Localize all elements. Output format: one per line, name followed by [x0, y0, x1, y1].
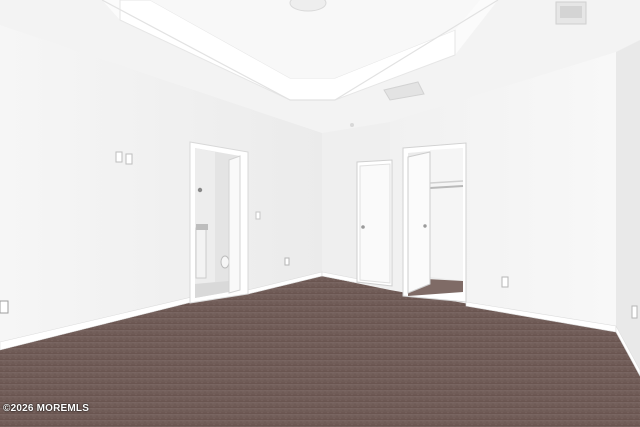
smoke-detector: [350, 123, 354, 127]
bedroom-photo: ©2026 MOREMLS: [0, 0, 640, 427]
light-switch: [125, 153, 133, 165]
wall-outlet: [631, 305, 638, 319]
ceiling-vent-right: [555, 1, 587, 25]
wall-outlet: [501, 276, 509, 288]
towel-hook: [197, 187, 203, 193]
closet-doorway: [402, 142, 467, 303]
closet-door: [407, 151, 431, 294]
bathroom-door: [228, 155, 241, 294]
bedroom-illustration: [0, 0, 640, 427]
closed-door: [356, 159, 393, 287]
light-switch: [115, 151, 123, 163]
closet-door-knob: [423, 224, 427, 228]
far-right-wall: [616, 40, 640, 375]
wall-outlet: [284, 257, 290, 266]
door-knob: [361, 225, 365, 229]
bathroom-doorway: [189, 141, 249, 304]
light-switch: [255, 211, 261, 220]
photo-watermark: ©2026 MOREMLS: [3, 403, 90, 414]
toilet: [220, 255, 230, 269]
vanity: [195, 227, 207, 279]
wall-outlet: [0, 300, 9, 314]
